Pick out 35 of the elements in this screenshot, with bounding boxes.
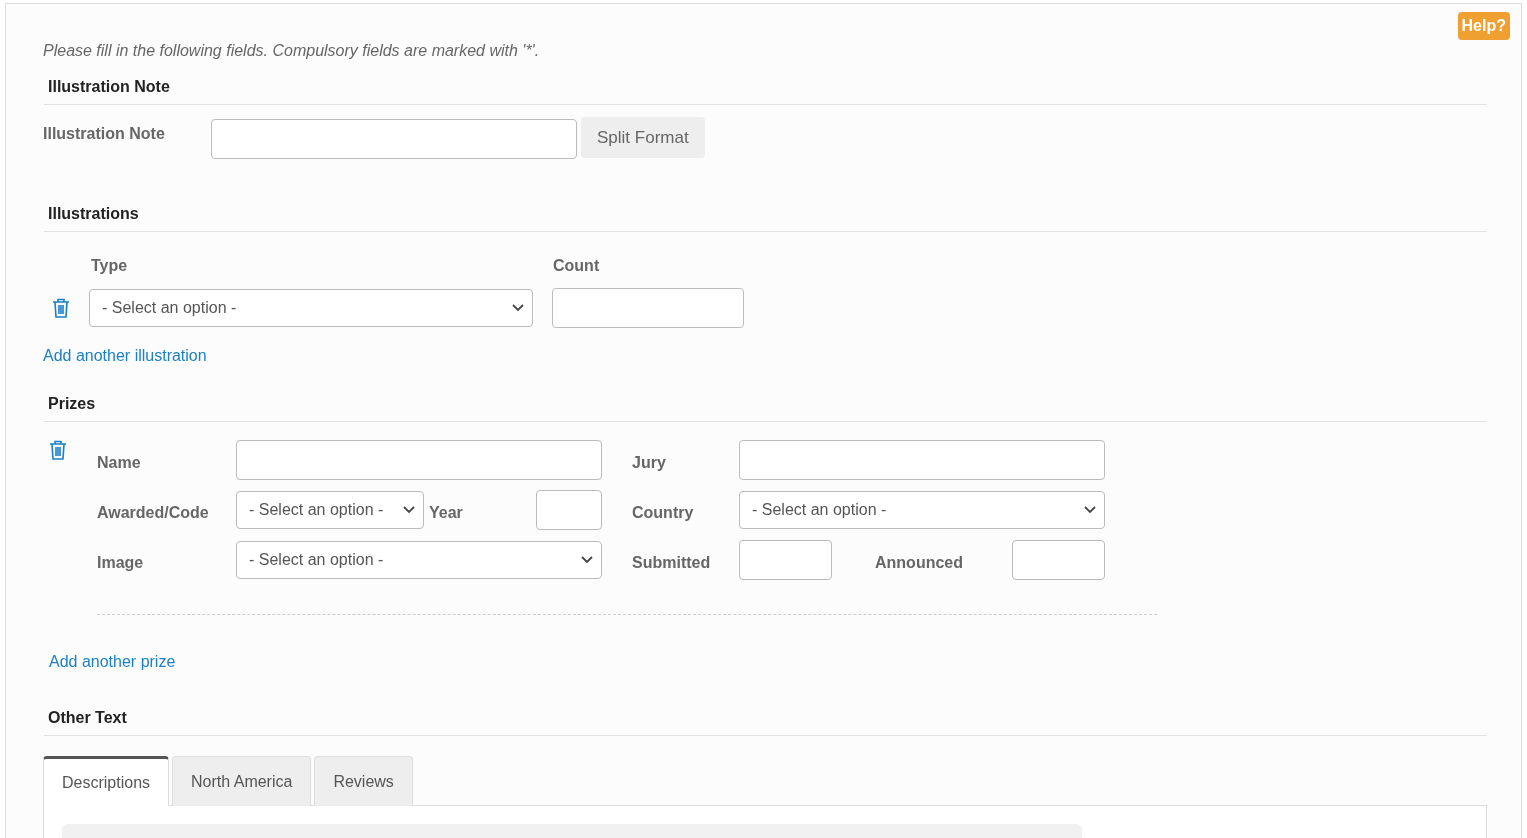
field-label: Illustration Note: [43, 124, 166, 143]
chevron-down-icon: [403, 506, 415, 514]
split-format-button[interactable]: Split Format: [581, 117, 705, 158]
year-field[interactable]: [536, 490, 602, 530]
chevron-down-icon: [581, 556, 593, 564]
type-select[interactable]: - Select an option -: [89, 289, 533, 327]
field-label: Country: [632, 503, 695, 522]
image-select[interactable]: - Select an option -: [236, 541, 602, 579]
trash-icon[interactable]: [52, 298, 70, 318]
country-select[interactable]: - Select an option -: [739, 491, 1105, 529]
count-field[interactable]: [552, 288, 744, 328]
add-prize-link[interactable]: Add another prize: [49, 653, 176, 671]
illustration-note-field[interactable]: [211, 119, 577, 159]
column-header: Type: [91, 257, 129, 275]
submitted-field[interactable]: [739, 540, 832, 580]
column-header: Count: [553, 257, 600, 275]
field-label: Jury: [632, 453, 667, 472]
field-label: Announced: [875, 554, 963, 572]
awarded-select[interactable]: - Select an option -: [236, 491, 424, 529]
field-label: Awarded/Code: [97, 503, 210, 522]
field-label: Image: [97, 553, 145, 572]
trash-icon[interactable]: [49, 440, 67, 460]
field-label: Year: [429, 503, 463, 522]
announced-field[interactable]: [1012, 540, 1105, 580]
tab[interactable]: Descriptions: [43, 756, 170, 806]
chevron-down-icon: [1084, 506, 1096, 514]
instructions-text: Please fill in the following fields. Compulsory fields are marked with '*'.: [43, 42, 541, 60]
chevron-down-icon: [512, 304, 524, 312]
jury-field[interactable]: [739, 440, 1105, 480]
field-label: Name: [97, 453, 142, 472]
add-illustration-link[interactable]: Add another illustration: [43, 347, 207, 365]
field-label: Submitted: [632, 553, 712, 572]
tab[interactable]: North America: [172, 756, 312, 806]
name-field[interactable]: [236, 440, 602, 480]
tab[interactable]: Reviews: [314, 756, 413, 806]
